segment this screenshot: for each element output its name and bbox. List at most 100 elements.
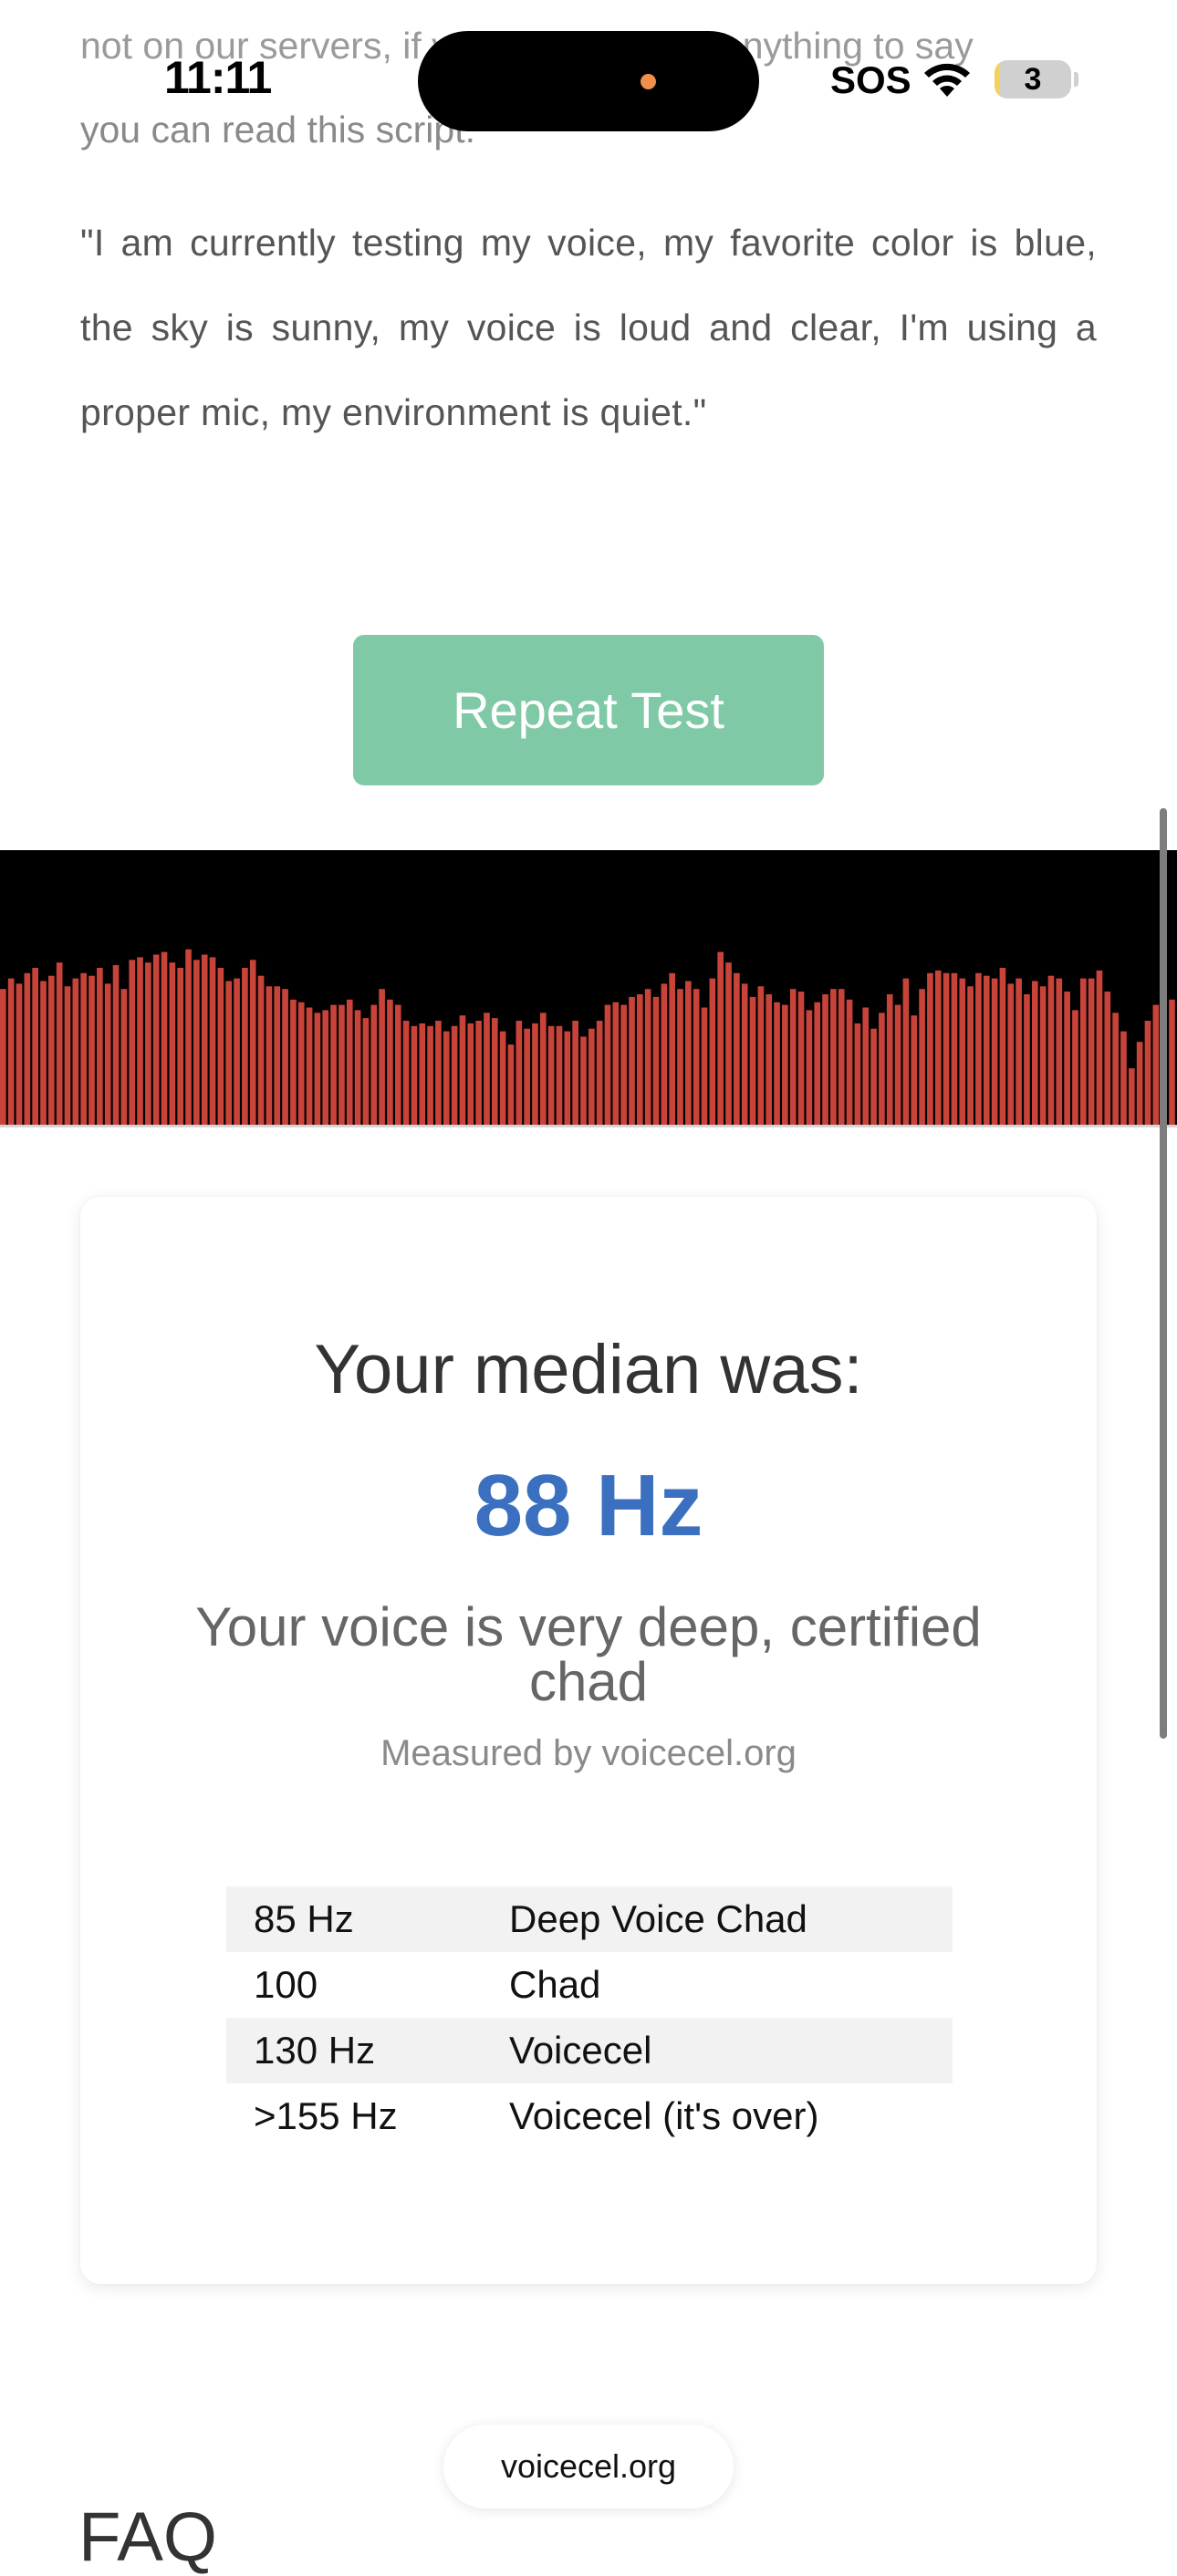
audio-waveform xyxy=(0,850,1177,1127)
waveform-bar xyxy=(1031,981,1038,1127)
waveform-bar xyxy=(16,983,23,1127)
waveform-bar xyxy=(475,1021,482,1127)
waveform-bar xyxy=(862,1007,870,1127)
measured-by: Measured by voicecel.org xyxy=(380,1733,797,1773)
waveform-bar xyxy=(72,978,79,1127)
battery-level: 3 xyxy=(1024,62,1042,97)
reference-table: 85 Hz Deep Voice Chad 100 Chad 130 Hz Vo… xyxy=(226,1886,953,2149)
waveform-bar xyxy=(797,992,805,1127)
waveform-bar xyxy=(32,968,38,1127)
waveform-bar xyxy=(693,989,700,1127)
waveform-bar xyxy=(40,981,47,1127)
waveform-bar xyxy=(209,957,216,1127)
waveform-bar xyxy=(604,1004,611,1127)
browser-url-pill[interactable]: voicecel.org xyxy=(443,2425,734,2508)
waveform-bar xyxy=(1128,1068,1135,1127)
waveform-bar xyxy=(999,968,1006,1127)
waveform-bar xyxy=(806,1010,813,1127)
privacy-indicator-dot xyxy=(641,74,656,89)
waveform-bar xyxy=(48,975,55,1127)
waveform-bar xyxy=(927,972,933,1127)
waveform-bar xyxy=(242,968,248,1127)
waveform-bar xyxy=(789,989,797,1127)
faq-heading: FAQ xyxy=(78,2498,218,2576)
waveform-bar xyxy=(741,983,748,1127)
page-scrollbar[interactable] xyxy=(1160,808,1167,1739)
waveform-bar xyxy=(814,1002,821,1127)
waveform-bar xyxy=(1047,975,1055,1127)
waveform-bar xyxy=(491,1018,498,1127)
waveform-bar xyxy=(1024,994,1030,1127)
table-cell-label: Chad xyxy=(509,1963,601,2006)
waveform-bar xyxy=(959,978,966,1127)
waveform-bar xyxy=(1064,992,1070,1127)
waveform-bar xyxy=(370,1004,378,1127)
waveform-bar xyxy=(89,975,95,1127)
waveform-bar xyxy=(991,978,998,1127)
waveform-bar xyxy=(669,972,675,1127)
waveform-bar xyxy=(556,1025,563,1127)
waveform-bar xyxy=(411,1025,418,1127)
waveform-bar xyxy=(387,999,393,1127)
waveform-bar xyxy=(427,1025,433,1127)
sos-indicator: SOS xyxy=(830,58,911,101)
waveform-bar xyxy=(314,1013,321,1127)
waveform-bar xyxy=(1112,1013,1119,1127)
waveform-bar xyxy=(354,1010,361,1127)
waveform-bar xyxy=(951,972,958,1127)
waveform-bar xyxy=(1079,978,1087,1127)
waveform-bar xyxy=(257,975,265,1127)
waveform-bar xyxy=(1088,978,1095,1127)
waveform-bar xyxy=(394,1004,401,1127)
waveform-bar xyxy=(104,983,111,1127)
waveform-bar xyxy=(97,968,103,1127)
waveform-bar xyxy=(620,1004,627,1127)
waveform-bar xyxy=(879,1013,885,1127)
table-cell-label: Deep Voice Chad xyxy=(509,1897,807,1940)
waveform-bar xyxy=(572,1021,578,1127)
waveform-bar xyxy=(539,1013,547,1127)
waveform-bar xyxy=(629,996,635,1127)
repeat-test-button[interactable]: Repeat Test xyxy=(353,635,824,785)
waveform-bar xyxy=(1152,1004,1160,1127)
waveform-bar xyxy=(547,1025,555,1127)
waveform-baseline xyxy=(0,1125,1177,1127)
waveform-bar xyxy=(24,972,31,1127)
waveform-bar xyxy=(838,989,845,1127)
waveform-bar xyxy=(1096,970,1103,1127)
waveform-bar xyxy=(1136,1042,1143,1127)
waveform-bar xyxy=(902,978,910,1127)
waveform-bar xyxy=(734,972,740,1127)
waveform-bars xyxy=(0,949,1175,1127)
waveform-bar xyxy=(339,1004,345,1127)
waveform-bar xyxy=(1007,983,1015,1127)
waveform-bar xyxy=(749,996,756,1127)
waveform-bar xyxy=(234,978,240,1127)
waveform-bar xyxy=(499,1031,506,1127)
waveform-bar xyxy=(661,983,668,1127)
waveform-bar xyxy=(249,960,256,1127)
waveform-bar xyxy=(1016,978,1022,1127)
waveform-bar xyxy=(1072,1010,1078,1127)
waveform-bar xyxy=(225,981,233,1127)
waveform-bar xyxy=(612,1002,620,1127)
waveform-bar xyxy=(152,954,160,1127)
waveform-bar xyxy=(435,1021,442,1127)
table-cell-label: Voicecel xyxy=(509,2029,652,2072)
waveform-bar xyxy=(701,1007,708,1127)
battery-icon: 3 xyxy=(995,60,1071,99)
waveform-bar xyxy=(129,960,136,1127)
waveform-bar xyxy=(217,968,224,1127)
waveform-bar xyxy=(717,951,724,1127)
waveform-bar xyxy=(644,989,651,1127)
wifi-icon xyxy=(924,63,970,97)
waveform-bar xyxy=(975,972,982,1127)
waveform-bar xyxy=(870,1028,877,1127)
table-cell-frequency: >155 Hz xyxy=(254,2094,398,2137)
table-cell-frequency: 85 Hz xyxy=(254,1897,354,1940)
waveform-bar xyxy=(266,986,273,1127)
waveform-bar xyxy=(322,1010,329,1127)
median-value: 88 Hz xyxy=(474,1457,703,1554)
waveform-bar xyxy=(459,1015,466,1127)
waveform-bar xyxy=(830,989,837,1127)
